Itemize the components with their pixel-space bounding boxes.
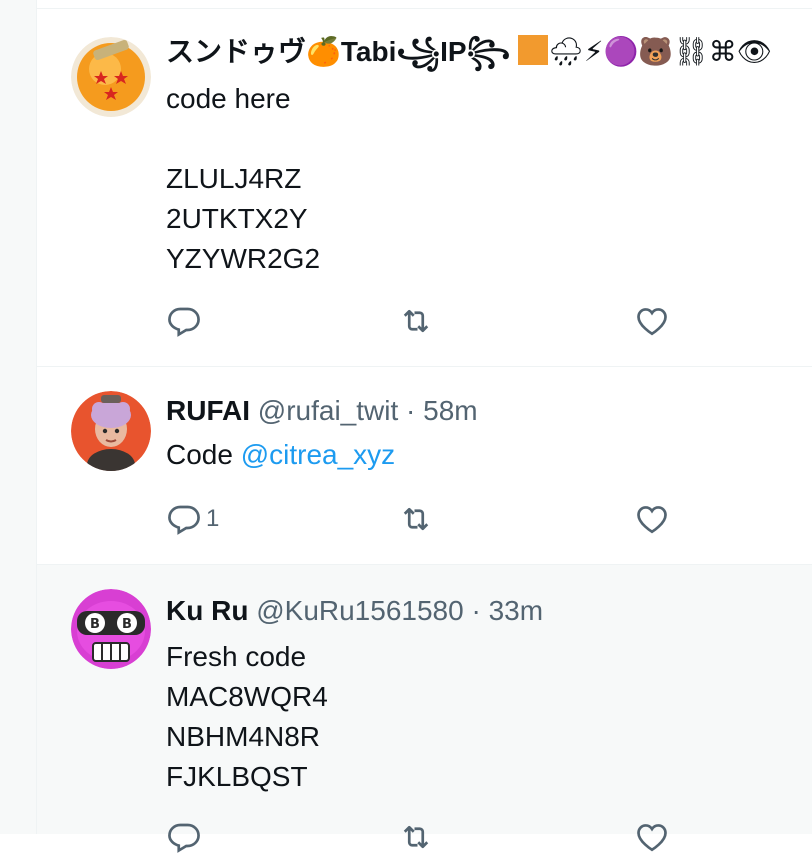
- user-handle[interactable]: @KuRu1561580: [256, 595, 463, 626]
- 3d-character-avatar-image: [71, 391, 151, 471]
- reply-count: 1: [206, 505, 220, 532]
- like-button[interactable]: [634, 501, 670, 537]
- like-icon: [637, 824, 667, 852]
- reply-icon: [168, 823, 200, 853]
- tweet-text-line: 2UTKTX2Y: [166, 203, 308, 234]
- avatar[interactable]: [71, 391, 151, 471]
- avatar[interactable]: B B: [71, 589, 151, 669]
- display-name[interactable]: スンドゥヴ🍊Tabi꧁IP꧂: [166, 36, 510, 67]
- tweet-text-line: code here: [166, 83, 291, 114]
- timestamp[interactable]: 58m: [423, 395, 477, 426]
- tweet-text-line: ZLULJ4RZ: [166, 163, 302, 194]
- tweet-actions: [166, 819, 726, 855]
- tweet-header: RUFAI @rufai_twit · 58m: [166, 394, 478, 428]
- display-name[interactable]: Ku Ru: [166, 595, 248, 626]
- retweet-icon: [403, 825, 429, 849]
- tweet-actions: 1: [166, 501, 726, 537]
- avatar[interactable]: [71, 37, 151, 117]
- retweet-button[interactable]: [398, 303, 434, 339]
- like-button[interactable]: [634, 819, 670, 855]
- pink-character-avatar-image: B B: [71, 589, 151, 669]
- tweet-text: code here ZLULJ4RZ 2UTKTX2Y YZYWR2G2: [166, 79, 320, 279]
- tweet[interactable]: スンドゥヴ🍊Tabi꧁IP꧂ 🌧⚡🟣🐻⛓⌘👁 code here ZLULJ4RZ…: [37, 9, 812, 367]
- tweet[interactable]: RUFAI @rufai_twit · 58m Code @citrea_xyz…: [37, 367, 812, 565]
- dragon-ball-avatar-image: [71, 37, 151, 117]
- tweet-text-line: NBHM4N8R: [166, 721, 321, 752]
- mention-link[interactable]: @citrea_xyz: [241, 439, 395, 470]
- tweet-text-line: Code @citrea_xyz: [166, 435, 395, 475]
- retweet-button[interactable]: [398, 819, 434, 855]
- tweet-text-line: [166, 119, 320, 159]
- reply-button[interactable]: [166, 819, 202, 855]
- retweet-icon: [403, 507, 429, 531]
- separator-dot: ·: [471, 595, 481, 626]
- tweet-text-line: FJKLBQST: [166, 761, 308, 792]
- reply-button[interactable]: 1: [166, 501, 219, 537]
- tweet[interactable]: B B Ku Ru @KuRu1561580 · 33m Fresh code …: [37, 565, 812, 853]
- name-emoji-suffix: 🌧⚡🟣🐻⛓⌘👁: [548, 36, 773, 67]
- reply-icon: [168, 307, 200, 337]
- tweet-text: Code @citrea_xyz: [166, 435, 395, 475]
- svg-text:B: B: [122, 617, 132, 632]
- tweet-actions: [166, 303, 726, 339]
- tweet-text-prefix: Code: [166, 439, 241, 470]
- like-icon: [637, 308, 667, 336]
- tweet-text-line: MAC8WQR4: [166, 681, 328, 712]
- tweet-header: Ku Ru @KuRu1561580 · 33m: [166, 594, 543, 628]
- like-icon: [637, 506, 667, 534]
- separator-dot: ·: [406, 395, 416, 426]
- user-handle[interactable]: @rufai_twit: [258, 395, 398, 426]
- display-name[interactable]: RUFAI: [166, 395, 250, 426]
- reply-icon: [168, 505, 200, 535]
- left-gutter: [0, 0, 37, 834]
- timestamp[interactable]: 33m: [489, 595, 543, 626]
- tweet-text: Fresh code MAC8WQR4 NBHM4N8R FJKLBQST: [166, 637, 328, 797]
- like-button[interactable]: [634, 303, 670, 339]
- tweet-header: スンドゥヴ🍊Tabi꧁IP꧂ 🌧⚡🟣🐻⛓⌘👁: [166, 35, 772, 69]
- svg-text:B: B: [90, 617, 100, 632]
- orange-square-icon: [518, 35, 549, 65]
- retweet-icon: [403, 309, 429, 333]
- tweet-text-line: YZYWR2G2: [166, 243, 321, 274]
- reply-button[interactable]: [166, 303, 202, 339]
- tweet-text-line: Fresh code: [166, 641, 307, 672]
- retweet-button[interactable]: [398, 501, 434, 537]
